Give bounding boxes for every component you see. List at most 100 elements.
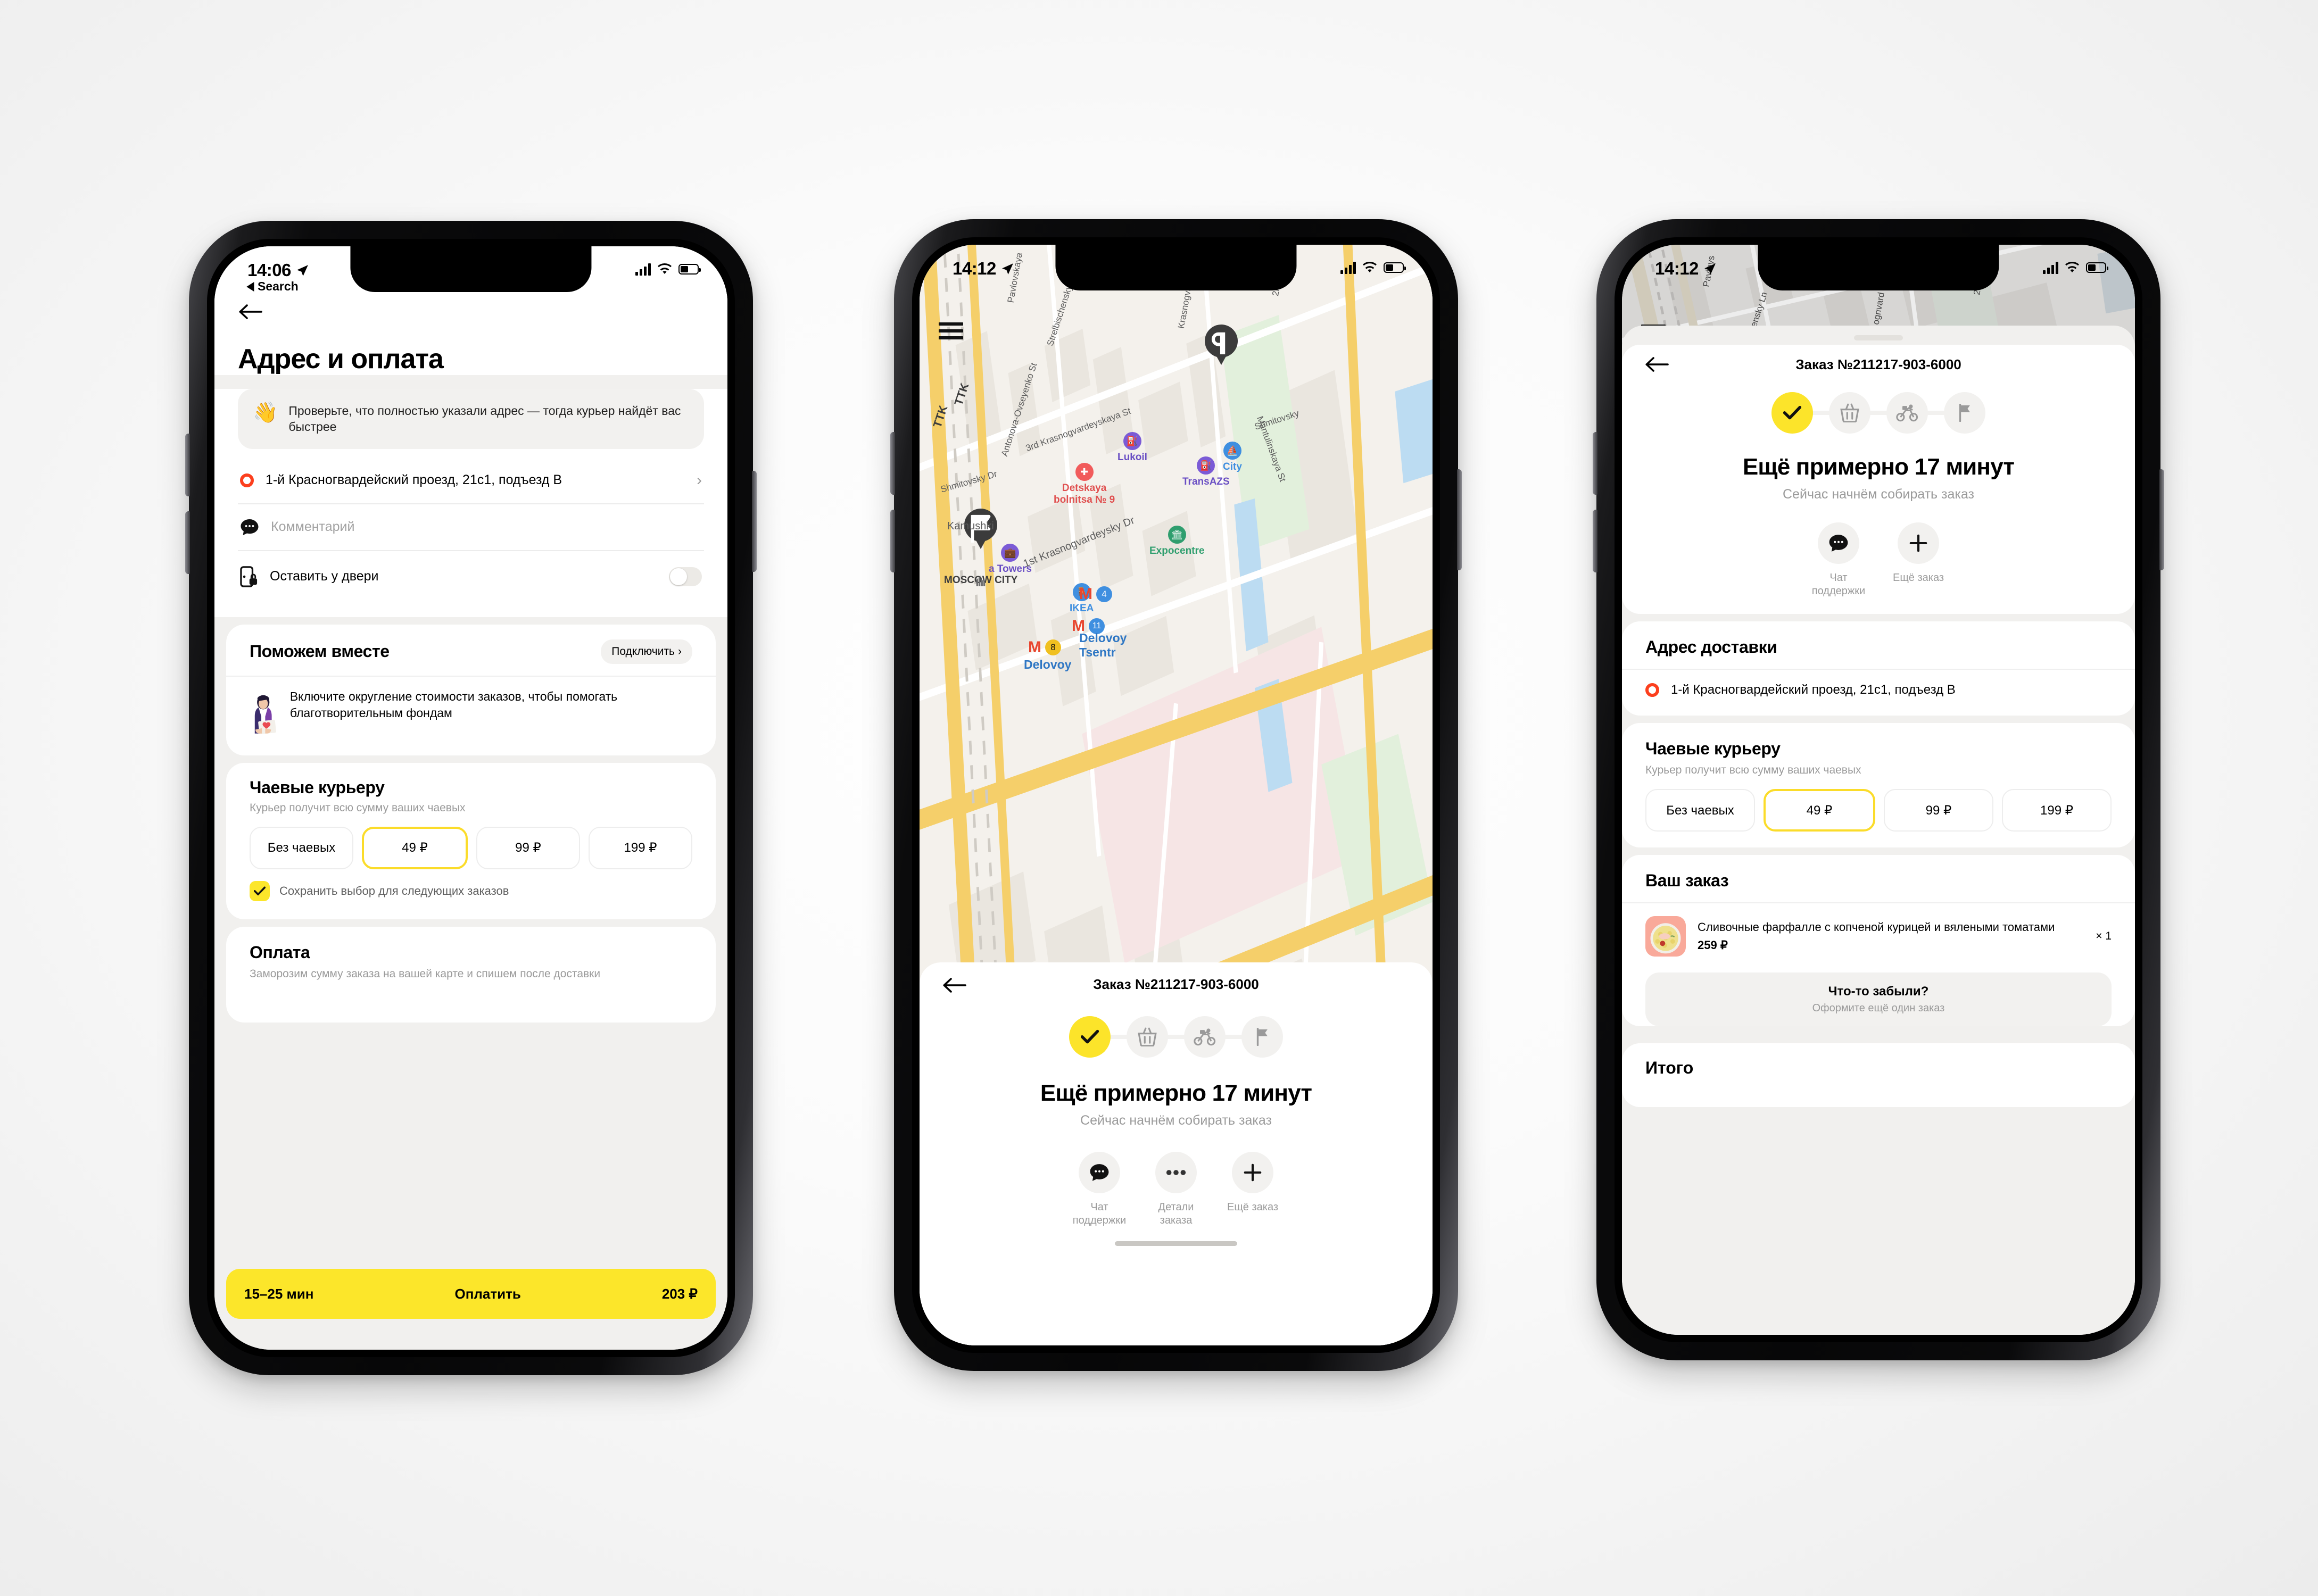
pay-action-label: Оплатить [454, 1285, 521, 1302]
add-more-button[interactable]: Что-то забыли? Оформите ещё один заказ [1645, 972, 2112, 1027]
tip-option-none[interactable]: Без чаевых [250, 827, 353, 870]
dish-thumbnail [1645, 916, 1686, 957]
tip-option-199[interactable]: 199 ₽ [589, 827, 692, 870]
eta-title: Ещё примерно 17 минут [1742, 454, 2015, 480]
address-hint-banner: 👋 Проверьте, что полностью указали адрес… [238, 389, 704, 449]
metro-line-badge: 8 [1045, 639, 1061, 655]
map-poi-label: Delovoy [1024, 658, 1072, 671]
step-collecting[interactable] [1127, 1016, 1168, 1058]
comment-input[interactable]: Комментарий [271, 519, 354, 535]
step-collecting[interactable] [1829, 392, 1870, 434]
total-card: Итого [1622, 1043, 2135, 1108]
save-tip-checkbox[interactable] [250, 881, 270, 902]
step-confirmed[interactable] [1771, 392, 1813, 434]
map-poi-label: Lukoil [1117, 452, 1147, 463]
leave-at-door-row[interactable]: Оставить у двери [238, 551, 704, 603]
chat-bubble-icon [241, 519, 259, 535]
flag-icon [1256, 1028, 1268, 1046]
tip-option-none[interactable]: Без чаевых [1645, 789, 1755, 832]
volume-up-button[interactable] [185, 434, 190, 496]
volume-up-button[interactable] [890, 432, 895, 495]
tip-option-49[interactable]: 49 ₽ [1764, 789, 1875, 832]
volume-down-button[interactable] [1593, 510, 1597, 572]
charity-connect-label: Подключить [611, 645, 675, 658]
pay-button[interactable]: 15–25 мин Оплатить 203 ₽ [226, 1269, 716, 1319]
charity-connect-button[interactable]: Подключить › [601, 639, 692, 664]
back-to-search-label: Search [258, 279, 299, 293]
leave-at-door-label: Оставить у двери [270, 569, 379, 584]
plus-icon-wrap [1898, 522, 1939, 564]
wave-hand-icon: 👋 [253, 402, 278, 424]
delivery-address-row[interactable]: 1-й Красногвардейский проезд, 21с1, подъ… [1622, 669, 2135, 716]
payment-card: Оплата Заморозим сумму заказа на вашей к… [226, 927, 716, 1023]
sheet-actions: Чат поддержки Ещё заказ [1622, 522, 2135, 598]
check-icon [254, 886, 266, 895]
map-poi-expocentre[interactable]: 🏛 Expocentre [1149, 526, 1204, 557]
tip-option-49[interactable]: 49 ₽ [362, 827, 468, 870]
save-tip-choice-row[interactable]: Сохранить выбор для следующих заказов [226, 879, 716, 919]
notch [1055, 245, 1297, 290]
menu-icon[interactable] [939, 322, 963, 343]
fuel-icon: ⛽ [1123, 432, 1141, 450]
map-poi-city[interactable]: ⛵ City [1223, 442, 1242, 473]
map-metro-station-4[interactable]: M 4 [1079, 585, 1112, 603]
step-delivered[interactable] [1241, 1016, 1283, 1058]
metro-m-icon: M [1079, 585, 1092, 603]
order-progress-steps [920, 1016, 1433, 1058]
action-support-chat[interactable]: Чат поддержки [1070, 1152, 1129, 1227]
map-poi-label: IKEA [1070, 603, 1094, 614]
charity-illustration [254, 695, 276, 734]
address-row[interactable]: 1-й Красногвардейский проезд, 21с1, подъ… [238, 461, 704, 504]
step-delivering[interactable] [1184, 1016, 1226, 1058]
phone-mockup-tracking-map: TTK TTK Pavlovskaya Strelbischensky Ln K… [890, 219, 1462, 1371]
store-pin[interactable] [1205, 325, 1238, 365]
action-add-order[interactable]: Ещё заказ [1223, 1152, 1282, 1227]
map-poi-label: Expocentre [1149, 545, 1205, 556]
volume-down-button[interactable] [185, 511, 190, 574]
step-delivering[interactable] [1886, 392, 1928, 434]
power-button[interactable] [2159, 469, 2164, 570]
phone-bezel: TTK TTK Pavlovskaya Strelbischensky Ln K… [912, 237, 1440, 1353]
map-poi-lukoil[interactable]: ⛽ Lukoil [1117, 432, 1147, 463]
map-poi-hospital[interactable]: ✚ Detskaya bolnitsa № 9 [1054, 463, 1115, 506]
action-support-chat[interactable]: Чат поддержки [1809, 522, 1868, 598]
tip-option-199[interactable]: 199 ₽ [2002, 789, 2112, 832]
courier-bike-icon [1194, 1028, 1216, 1046]
volume-up-button[interactable] [1593, 432, 1597, 495]
comment-row[interactable]: Комментарий [238, 504, 704, 551]
order-item-row[interactable]: Сливочные фарфалле с копченой курицей и … [1622, 902, 2135, 962]
step-delivered[interactable] [1944, 392, 1985, 434]
address-value: 1-й Красногвардейский проезд, 21с1, подъ… [266, 472, 562, 488]
tip-option-99[interactable]: 99 ₽ [476, 827, 580, 870]
order-item-name: Сливочные фарфалле с копченой курицей и … [1698, 920, 2055, 934]
map-metro-station-8[interactable]: M 8 [1028, 638, 1061, 656]
check-icon [1081, 1029, 1099, 1044]
leave-at-door-toggle[interactable] [669, 567, 702, 586]
sheet-grabber[interactable] [1854, 335, 1903, 340]
skyline-icon [976, 575, 986, 586]
map-poi-towers[interactable]: 💼 a Towers [989, 544, 1032, 575]
action-order-details[interactable]: Детали заказа [1147, 1152, 1205, 1227]
tip-option-99[interactable]: 99 ₽ [1884, 789, 1993, 832]
phone-mockup-order-details: Pavloys ensky Ln ognvard 2nd Cher 14:12 [1593, 219, 2164, 1360]
plus-icon [1909, 534, 1927, 552]
step-confirmed[interactable] [1069, 1016, 1111, 1058]
volume-down-button[interactable] [890, 510, 895, 572]
basket-icon [1840, 403, 1859, 422]
back-to-search-link[interactable]: Search [246, 279, 299, 294]
arrow-left-icon[interactable] [942, 977, 966, 993]
arrow-left-icon[interactable] [1644, 356, 1669, 372]
fuel-icon: ⛽ [1197, 456, 1215, 475]
phone-mockup-checkout: 14:06 Search Адрес и оплата 👋 Проверьте,… [185, 221, 757, 1375]
payment-subtitle: Заморозим сумму заказа на вашей карте и … [250, 968, 601, 980]
order-progress-steps [1622, 392, 2135, 434]
arrow-left-icon[interactable] [238, 304, 262, 320]
action-add-order[interactable]: Ещё заказ [1889, 522, 1948, 598]
power-button[interactable] [752, 471, 757, 572]
dots-icon-wrap [1155, 1152, 1197, 1193]
power-button[interactable] [1457, 469, 1462, 570]
charity-title: Поможем вместе [250, 642, 390, 661]
delivery-address-title: Адрес доставки [1645, 637, 1777, 656]
map-poi-label: Delovoy Tsentr [1079, 631, 1127, 659]
payment-title: Оплата [250, 943, 310, 962]
